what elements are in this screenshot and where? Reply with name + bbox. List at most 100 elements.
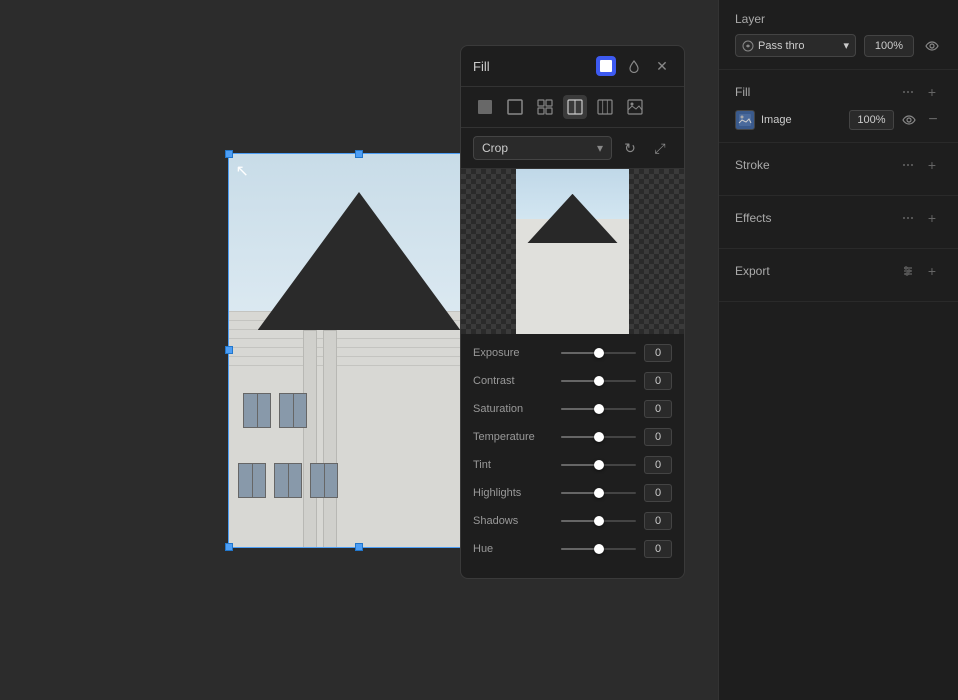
chevron-down-icon: ▾	[597, 141, 603, 155]
cursor-icon: ↖	[236, 161, 248, 177]
highlights-track[interactable]	[561, 492, 636, 494]
contrast-value[interactable]: 0	[644, 372, 672, 390]
fill-item-row: Image 100% −	[735, 110, 942, 130]
handle-top-middle[interactable]	[355, 150, 363, 158]
shadows-track[interactable]	[561, 520, 636, 522]
fill-header-icons: ✕	[596, 56, 672, 76]
contrast-track[interactable]	[561, 380, 636, 382]
effects-section: Effects +	[719, 196, 958, 249]
export-section-actions: +	[898, 261, 942, 281]
hue-value[interactable]: 0	[644, 540, 672, 558]
image-preview-area	[461, 169, 684, 334]
blend-mode-select[interactable]: Pass thro ▾	[735, 34, 856, 57]
exposure-track[interactable]	[561, 352, 636, 354]
layer-controls-row: Pass thro ▾ 100%	[735, 34, 942, 57]
handle-middle-left[interactable]	[225, 346, 233, 354]
exposure-value[interactable]: 0	[644, 344, 672, 362]
layer-visibility-btn[interactable]	[922, 36, 942, 56]
exposure-slider-row: Exposure 0	[473, 344, 672, 362]
export-sliders-icon[interactable]	[898, 261, 918, 281]
fill-section-actions: +	[898, 82, 942, 102]
hue-label: Hue	[473, 543, 553, 555]
blend-chevron: ▾	[843, 39, 849, 52]
close-button[interactable]: ✕	[652, 56, 672, 76]
type-outline[interactable]	[503, 95, 527, 119]
saturation-value[interactable]: 0	[644, 400, 672, 418]
stroke-plus-button[interactable]: +	[922, 155, 942, 175]
stroke-dots-icon[interactable]	[898, 155, 918, 175]
preview-right-area	[629, 169, 684, 334]
fill-add-icon[interactable]	[898, 82, 918, 102]
effects-plus-button[interactable]: +	[922, 208, 942, 228]
shadows-label: Shadows	[473, 515, 553, 527]
shadows-value[interactable]: 0	[644, 512, 672, 530]
layer-title: Layer	[735, 12, 765, 26]
fill-panel-title: Fill	[473, 59, 490, 74]
crop-mode-select[interactable]: Crop ▾	[473, 136, 612, 160]
highlights-value[interactable]: 0	[644, 484, 672, 502]
fill-section-header: Fill +	[735, 82, 942, 102]
fill-thumbnail[interactable]	[735, 110, 755, 130]
temperature-track[interactable]	[561, 436, 636, 438]
fill-plus-button[interactable]: +	[922, 82, 942, 102]
opacity-input[interactable]: 100%	[864, 35, 914, 57]
type-image[interactable]	[623, 95, 647, 119]
tint-label: Tint	[473, 459, 553, 471]
fill-visibility-btn[interactable]	[900, 111, 918, 129]
tint-slider-row: Tint 0	[473, 456, 672, 474]
highlights-slider-row: Highlights 0	[473, 484, 672, 502]
tint-track[interactable]	[561, 464, 636, 466]
type-split[interactable]	[563, 95, 587, 119]
blend-mode-label: Pass thro	[758, 40, 804, 52]
temperature-value[interactable]: 0	[644, 428, 672, 446]
export-title: Export	[735, 264, 770, 278]
highlights-label: Highlights	[473, 487, 553, 499]
hue-slider-row: Hue 0	[473, 540, 672, 558]
saturation-track[interactable]	[561, 408, 636, 410]
stroke-section: Stroke +	[719, 143, 958, 196]
handle-top-left[interactable]	[225, 150, 233, 158]
fill-section: Fill + Image	[719, 70, 958, 143]
stroke-section-actions: +	[898, 155, 942, 175]
contrast-slider-row: Contrast 0	[473, 372, 672, 390]
type-thirds[interactable]	[593, 95, 617, 119]
image-frame[interactable]: ↖	[228, 153, 491, 548]
temperature-label: Temperature	[473, 431, 553, 443]
effects-title: Effects	[735, 211, 771, 225]
export-plus-button[interactable]: +	[922, 261, 942, 281]
fill-type-icons	[461, 87, 684, 128]
hue-track[interactable]	[561, 548, 636, 550]
type-solid[interactable]	[473, 95, 497, 119]
crop-mode-label: Crop	[482, 141, 508, 155]
preview-main	[516, 169, 629, 334]
fill-icon-solid[interactable]	[596, 56, 616, 76]
fill-panel: Fill ✕	[460, 45, 685, 579]
exposure-label: Exposure	[473, 347, 553, 359]
fill-remove-button[interactable]: −	[924, 111, 942, 129]
layer-section: Layer Pass thro ▾ 100%	[719, 0, 958, 70]
effects-dots-icon[interactable]	[898, 208, 918, 228]
fill-icon-drop[interactable]	[624, 56, 644, 76]
contrast-label: Contrast	[473, 375, 553, 387]
stroke-section-header: Stroke +	[735, 155, 942, 175]
fill-panel-header: Fill ✕	[461, 46, 684, 87]
handle-bottom-left[interactable]	[225, 543, 233, 551]
handle-bottom-middle[interactable]	[355, 543, 363, 551]
selection-overlay	[228, 153, 491, 548]
saturation-slider-row: Saturation 0	[473, 400, 672, 418]
stroke-title: Stroke	[735, 158, 770, 172]
temperature-slider-row: Temperature 0	[473, 428, 672, 446]
expand-button[interactable]: ⤢	[648, 136, 672, 160]
effects-section-actions: +	[898, 208, 942, 228]
type-grid[interactable]	[533, 95, 557, 119]
right-panel: Layer Pass thro ▾ 100% Fill	[718, 0, 958, 700]
tint-value[interactable]: 0	[644, 456, 672, 474]
sliders-section: Exposure 0 Contrast 0 Saturation 0	[461, 334, 684, 578]
refresh-button[interactable]: ↻	[618, 136, 642, 160]
layer-section-header: Layer	[735, 12, 942, 26]
export-section-header: Export +	[735, 261, 942, 281]
saturation-label: Saturation	[473, 403, 553, 415]
fill-type-label: Image	[761, 114, 843, 126]
export-section: Export +	[719, 249, 958, 302]
fill-opacity-input[interactable]: 100%	[849, 110, 894, 130]
